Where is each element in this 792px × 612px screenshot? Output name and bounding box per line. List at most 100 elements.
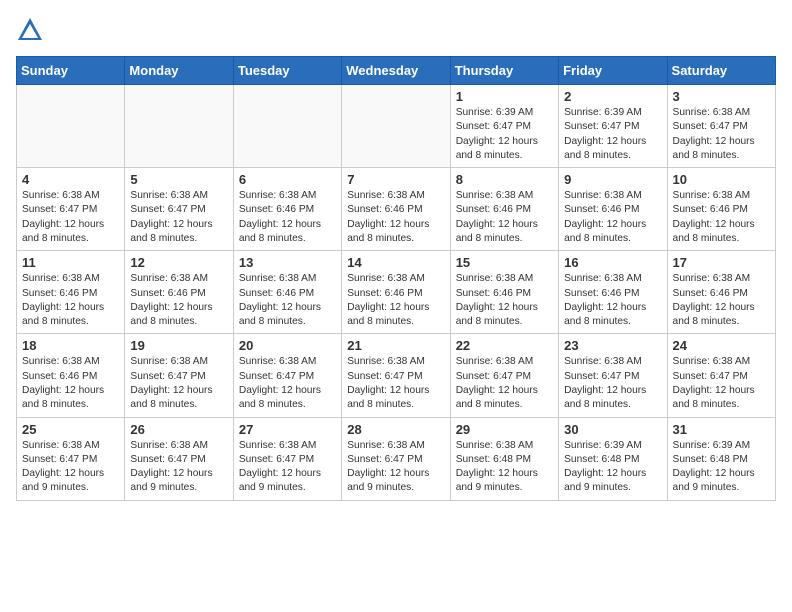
day-number: 7 <box>347 172 444 187</box>
calendar-cell: 2 Sunrise: 6:39 AM Sunset: 6:47 PM Daylig… <box>559 85 667 168</box>
calendar-cell: 23 Sunrise: 6:38 AM Sunset: 6:47 PM Dayli… <box>559 334 667 417</box>
day-number: 31 <box>673 422 770 437</box>
day-number: 25 <box>22 422 119 437</box>
day-info: Sunrise: 6:38 AM Sunset: 6:47 PM Dayligh… <box>130 439 227 496</box>
day-info: Sunrise: 6:38 AM Sunset: 6:47 PM Dayligh… <box>347 439 444 496</box>
day-number: 14 <box>347 255 444 270</box>
day-number: 21 <box>347 338 444 353</box>
day-info: Sunrise: 6:38 AM Sunset: 6:48 PM Dayligh… <box>456 439 553 496</box>
day-info: Sunrise: 6:38 AM Sunset: 6:46 PM Dayligh… <box>673 189 770 246</box>
day-info: Sunrise: 6:38 AM Sunset: 6:46 PM Dayligh… <box>564 272 661 329</box>
day-number: 16 <box>564 255 661 270</box>
day-info: Sunrise: 6:38 AM Sunset: 6:46 PM Dayligh… <box>347 272 444 329</box>
day-info: Sunrise: 6:38 AM Sunset: 6:46 PM Dayligh… <box>456 272 553 329</box>
day-number: 27 <box>239 422 336 437</box>
day-number: 26 <box>130 422 227 437</box>
day-info: Sunrise: 6:38 AM Sunset: 6:47 PM Dayligh… <box>564 355 661 412</box>
day-number: 15 <box>456 255 553 270</box>
calendar-cell: 13 Sunrise: 6:38 AM Sunset: 6:46 PM Dayli… <box>233 251 341 334</box>
day-number: 11 <box>22 255 119 270</box>
day-info: Sunrise: 6:38 AM Sunset: 6:46 PM Dayligh… <box>239 189 336 246</box>
calendar-week-3: 11 Sunrise: 6:38 AM Sunset: 6:46 PM Dayli… <box>17 251 776 334</box>
calendar-cell: 10 Sunrise: 6:38 AM Sunset: 6:46 PM Dayli… <box>667 168 775 251</box>
calendar-cell: 5 Sunrise: 6:38 AM Sunset: 6:47 PM Daylig… <box>125 168 233 251</box>
calendar-cell: 24 Sunrise: 6:38 AM Sunset: 6:47 PM Dayli… <box>667 334 775 417</box>
calendar-cell: 12 Sunrise: 6:38 AM Sunset: 6:46 PM Dayli… <box>125 251 233 334</box>
calendar-header-row: SundayMondayTuesdayWednesdayThursdayFrid… <box>17 57 776 85</box>
day-info: Sunrise: 6:38 AM Sunset: 6:46 PM Dayligh… <box>22 355 119 412</box>
calendar-cell: 28 Sunrise: 6:38 AM Sunset: 6:47 PM Dayli… <box>342 417 450 500</box>
day-info: Sunrise: 6:39 AM Sunset: 6:47 PM Dayligh… <box>564 106 661 163</box>
day-number: 28 <box>347 422 444 437</box>
calendar-cell: 11Sunrise: 6:38 AM Sunset: 6:46 PM Dayli… <box>17 251 125 334</box>
day-number: 6 <box>239 172 336 187</box>
day-number: 2 <box>564 89 661 104</box>
calendar-week-1: 1 Sunrise: 6:39 AM Sunset: 6:47 PM Daylig… <box>17 85 776 168</box>
day-number: 17 <box>673 255 770 270</box>
day-number: 20 <box>239 338 336 353</box>
calendar-cell: 6 Sunrise: 6:38 AM Sunset: 6:46 PM Daylig… <box>233 168 341 251</box>
day-info: Sunrise: 6:38 AM Sunset: 6:46 PM Dayligh… <box>456 189 553 246</box>
col-header-saturday: Saturday <box>667 57 775 85</box>
calendar-week-2: 4 Sunrise: 6:38 AM Sunset: 6:47 PM Daylig… <box>17 168 776 251</box>
calendar-table: SundayMondayTuesdayWednesdayThursdayFrid… <box>16 56 776 501</box>
day-info: Sunrise: 6:38 AM Sunset: 6:46 PM Dayligh… <box>130 272 227 329</box>
calendar-cell <box>125 85 233 168</box>
day-number: 29 <box>456 422 553 437</box>
day-number: 8 <box>456 172 553 187</box>
calendar-cell: 3Sunrise: 6:38 AM Sunset: 6:47 PM Daylig… <box>667 85 775 168</box>
day-info: Sunrise: 6:38 AM Sunset: 6:47 PM Dayligh… <box>347 355 444 412</box>
day-number: 18 <box>22 338 119 353</box>
day-number: 12 <box>130 255 227 270</box>
col-header-friday: Friday <box>559 57 667 85</box>
day-number: 24 <box>673 338 770 353</box>
day-number: 30 <box>564 422 661 437</box>
calendar-cell <box>233 85 341 168</box>
calendar-week-5: 25 Sunrise: 6:38 AM Sunset: 6:47 PM Dayli… <box>17 417 776 500</box>
calendar-cell: 21 Sunrise: 6:38 AM Sunset: 6:47 PM Dayli… <box>342 334 450 417</box>
day-info: Sunrise: 6:38 AM Sunset: 6:46 PM Dayligh… <box>673 272 770 329</box>
day-info: Sunrise: 6:38 AM Sunset: 6:46 PM Dayligh… <box>564 189 661 246</box>
day-info: Sunrise: 6:39 AM Sunset: 6:48 PM Dayligh… <box>673 439 770 496</box>
day-number: 5 <box>130 172 227 187</box>
calendar-cell: 7 Sunrise: 6:38 AM Sunset: 6:46 PM Daylig… <box>342 168 450 251</box>
day-info: Sunrise: 6:38 AM Sunset: 6:46 PM Dayligh… <box>239 272 336 329</box>
page-header <box>16 16 776 44</box>
calendar-cell: 9 Sunrise: 6:38 AM Sunset: 6:46 PM Daylig… <box>559 168 667 251</box>
calendar-cell: 19Sunrise: 6:38 AM Sunset: 6:47 PM Dayli… <box>125 334 233 417</box>
day-number: 4 <box>22 172 119 187</box>
calendar-week-4: 18 Sunrise: 6:38 AM Sunset: 6:46 PM Dayli… <box>17 334 776 417</box>
day-number: 22 <box>456 338 553 353</box>
calendar-cell: 30Sunrise: 6:39 AM Sunset: 6:48 PM Dayli… <box>559 417 667 500</box>
calendar-cell: 26 Sunrise: 6:38 AM Sunset: 6:47 PM Dayli… <box>125 417 233 500</box>
calendar-cell: 8 Sunrise: 6:38 AM Sunset: 6:46 PM Daylig… <box>450 168 558 251</box>
day-number: 23 <box>564 338 661 353</box>
col-header-monday: Monday <box>125 57 233 85</box>
calendar-cell <box>342 85 450 168</box>
day-info: Sunrise: 6:38 AM Sunset: 6:46 PM Dayligh… <box>347 189 444 246</box>
day-info: Sunrise: 6:38 AM Sunset: 6:47 PM Dayligh… <box>22 189 119 246</box>
calendar-cell: 22 Sunrise: 6:38 AM Sunset: 6:47 PM Dayli… <box>450 334 558 417</box>
calendar-cell <box>17 85 125 168</box>
calendar-cell: 14 Sunrise: 6:38 AM Sunset: 6:46 PM Dayli… <box>342 251 450 334</box>
logo <box>16 16 48 44</box>
day-number: 9 <box>564 172 661 187</box>
day-info: Sunrise: 6:38 AM Sunset: 6:47 PM Dayligh… <box>130 189 227 246</box>
calendar-cell: 16 Sunrise: 6:38 AM Sunset: 6:46 PM Dayli… <box>559 251 667 334</box>
col-header-tuesday: Tuesday <box>233 57 341 85</box>
calendar-cell: 18 Sunrise: 6:38 AM Sunset: 6:46 PM Dayli… <box>17 334 125 417</box>
calendar-cell: 25Sunrise: 6:38 AM Sunset: 6:47 PM Dayli… <box>17 417 125 500</box>
day-info: Sunrise: 6:39 AM Sunset: 6:47 PM Dayligh… <box>456 106 553 163</box>
day-number: 10 <box>673 172 770 187</box>
calendar-cell: 4 Sunrise: 6:38 AM Sunset: 6:47 PM Daylig… <box>17 168 125 251</box>
day-info: Sunrise: 6:38 AM Sunset: 6:47 PM Dayligh… <box>456 355 553 412</box>
col-header-wednesday: Wednesday <box>342 57 450 85</box>
day-info: Sunrise: 6:38 AM Sunset: 6:47 PM Dayligh… <box>673 355 770 412</box>
calendar-cell: 1 Sunrise: 6:39 AM Sunset: 6:47 PM Daylig… <box>450 85 558 168</box>
day-info: Sunrise: 6:38 AM Sunset: 6:47 PM Dayligh… <box>239 439 336 496</box>
day-info: Sunrise: 6:38 AM Sunset: 6:47 PM Dayligh… <box>673 106 770 163</box>
day-number: 13 <box>239 255 336 270</box>
logo-icon <box>16 16 44 44</box>
day-number: 1 <box>456 89 553 104</box>
col-header-sunday: Sunday <box>17 57 125 85</box>
